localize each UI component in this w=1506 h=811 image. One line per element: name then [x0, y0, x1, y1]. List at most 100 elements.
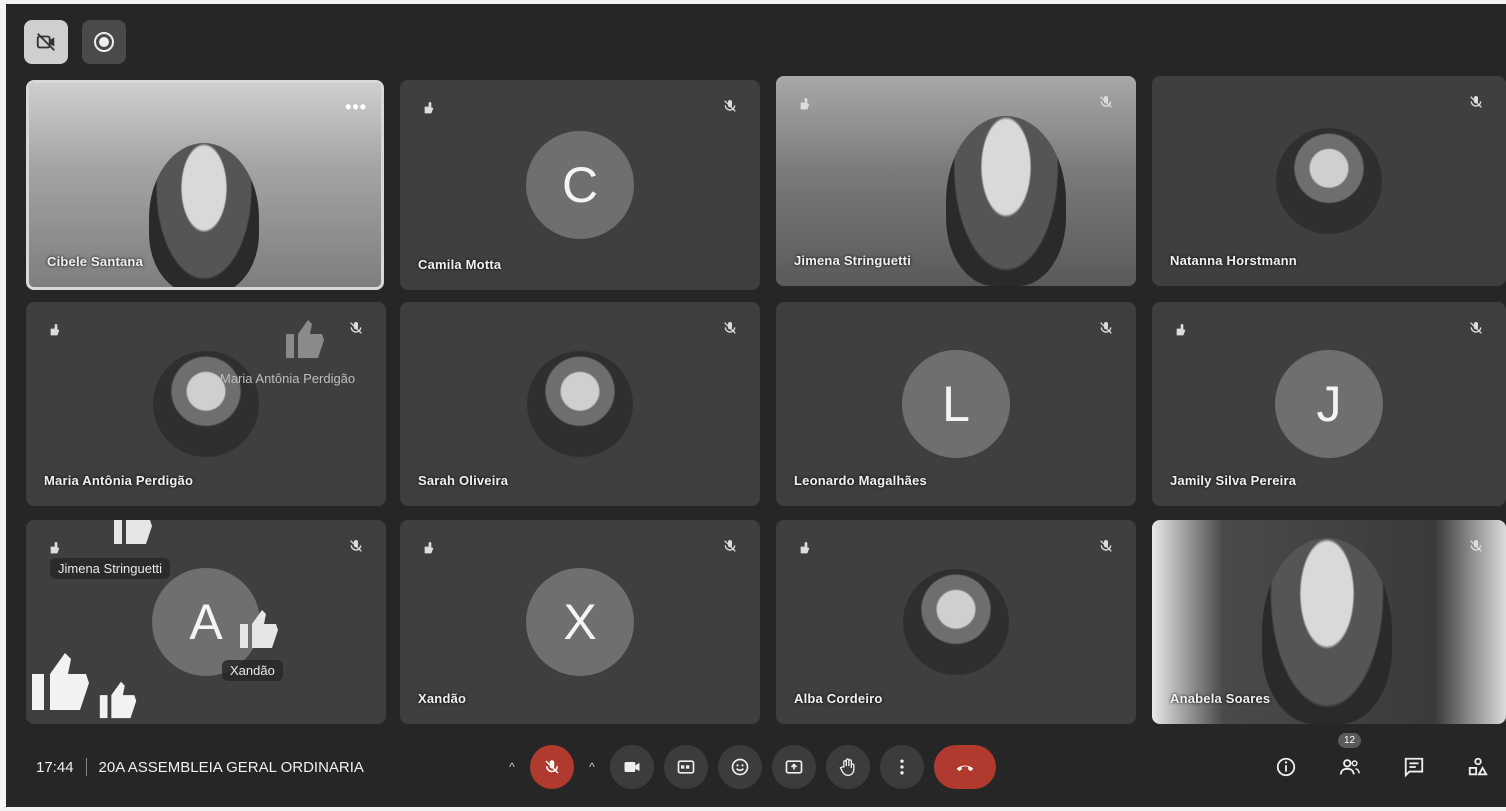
raised-hand-icon	[1176, 324, 1186, 336]
mic-off-icon	[1100, 540, 1112, 552]
people-button[interactable]: 12	[1330, 733, 1370, 789]
participant-name: Cibele Santana	[47, 254, 143, 269]
camera-icon	[624, 762, 640, 772]
mic-off-icon	[1100, 96, 1112, 108]
participant-tile[interactable]: Anabela Soares	[1152, 520, 1506, 724]
chat-button[interactable]	[1394, 745, 1434, 789]
mic-off-icon	[1100, 322, 1112, 334]
hang-up-icon	[956, 765, 974, 772]
mic-off-icon	[350, 322, 362, 334]
chat-icon	[1404, 757, 1424, 778]
participant-tile[interactable]: L Leonardo Magalhães	[776, 302, 1136, 506]
emoji-reaction-button[interactable]	[718, 745, 762, 789]
camera-toggle-button[interactable]	[610, 745, 654, 789]
chevron-up-icon[interactable]: ^	[504, 760, 520, 774]
side-panel-controls: 12	[1266, 733, 1498, 789]
leave-call-button[interactable]	[934, 745, 996, 789]
people-icon	[1339, 759, 1360, 775]
reaction-sender-label: Maria Antônia Perdigão	[220, 371, 356, 386]
participant-count-badge: 12	[1338, 733, 1362, 748]
thumbs-up-reaction-icon	[32, 653, 89, 710]
present-icon	[785, 760, 803, 774]
meeting-time: 17:44	[36, 758, 74, 776]
participant-name: Xandão	[418, 691, 467, 706]
participant-name: Sarah Oliveira	[418, 473, 509, 488]
camera-off-icon	[36, 33, 55, 51]
participant-tile[interactable]: Sarah Oliveira	[400, 302, 760, 506]
more-options-button[interactable]	[880, 745, 924, 789]
participant-video-person	[1262, 538, 1392, 724]
participant-name: Alba Cordeiro	[794, 691, 883, 706]
thumbs-up-reaction-icon	[99, 681, 137, 719]
mic-off-icon	[724, 540, 736, 552]
bottom-control-bar: 17:44 20A ASSEMBLEIA GERAL ORDINARIA ^ ^	[6, 727, 1506, 807]
info-icon	[1276, 757, 1296, 777]
participant-grid: ••• Cibele Santana C Camila Motta Jimena…	[26, 76, 1506, 726]
thumbs-up-reaction-icon	[114, 520, 152, 544]
participant-name: Jimena Stringuetti	[794, 253, 912, 268]
camera-off-button[interactable]	[24, 20, 68, 64]
thumbs-up-reaction-icon	[286, 320, 324, 358]
raised-hand-icon	[800, 98, 810, 110]
raised-hand-icon	[424, 542, 434, 554]
participant-video-person	[946, 116, 1066, 286]
meeting-title: 20A ASSEMBLEIA GERAL ORDINARIA	[98, 758, 364, 776]
avatar-initial: X	[526, 568, 634, 676]
participant-name: Maria Antônia Perdigão	[44, 473, 194, 488]
participant-name: Leonardo Magalhães	[794, 473, 927, 488]
participant-name: Jamily Silva Pereira	[1170, 473, 1297, 488]
meet-screen: ••• Cibele Santana C Camila Motta Jimena…	[6, 4, 1506, 807]
mic-off-icon	[1470, 96, 1482, 108]
mic-off-icon	[724, 322, 736, 334]
record-button[interactable]	[82, 20, 126, 64]
participant-tile[interactable]: C Camila Motta	[400, 80, 760, 290]
participant-tile[interactable]: Natanna Horstmann	[1152, 76, 1506, 286]
participant-tile[interactable]: Jimena Stringuetti	[776, 76, 1136, 286]
thumbs-up-reaction-icon	[240, 610, 278, 648]
participant-name: Camila Motta	[418, 257, 502, 272]
participant-tile[interactable]: ••• Cibele Santana	[26, 80, 384, 290]
divider	[85, 758, 87, 776]
participant-tile[interactable]: X Xandão	[400, 520, 760, 724]
captions-button[interactable]	[664, 745, 708, 789]
present-screen-button[interactable]	[772, 745, 816, 789]
participant-name: Natanna Horstmann	[1170, 253, 1297, 268]
record-icon	[94, 32, 114, 52]
mic-off-icon	[1470, 540, 1482, 552]
raised-hand-icon	[424, 102, 434, 114]
mic-off-icon	[1470, 322, 1482, 334]
avatar-photo	[1276, 128, 1382, 234]
participant-name: Anabela Soares	[1170, 691, 1271, 706]
chevron-up-icon[interactable]: ^	[584, 760, 600, 774]
avatar-photo	[903, 569, 1009, 675]
activities-icon	[1468, 757, 1488, 776]
reaction-sender-label: Xandão	[222, 660, 283, 681]
participant-tile[interactable]: J Jamily Silva Pereira	[1152, 302, 1506, 506]
mic-off-icon	[350, 540, 362, 552]
activities-button[interactable]	[1458, 745, 1498, 789]
avatar-photo	[527, 351, 633, 457]
avatar-photo	[153, 351, 259, 457]
call-controls: ^ ^	[504, 745, 996, 789]
reaction-sender-label: Jimena Stringuetti	[50, 558, 171, 579]
avatar-initial: C	[526, 131, 634, 239]
participant-tile[interactable]: Alba Cordeiro	[776, 520, 1136, 724]
raise-hand-button[interactable]	[826, 745, 870, 789]
mic-off-icon	[724, 100, 736, 112]
mic-toggle-button[interactable]	[530, 745, 574, 789]
smiley-icon	[731, 758, 749, 776]
more-options-icon[interactable]: •••	[345, 97, 367, 118]
avatar-initial: L	[902, 350, 1010, 458]
more-vert-icon	[900, 759, 904, 775]
top-toolbar	[24, 20, 126, 64]
participant-tile[interactable]: Maria Antônia Perdigão Maria Antônia Per…	[26, 302, 386, 506]
avatar-initial: J	[1275, 350, 1383, 458]
participant-video-person	[149, 143, 259, 287]
participant-tile[interactable]: A Jimena Stringuetti Xandão	[26, 520, 386, 724]
mic-off-icon	[545, 760, 559, 774]
hand-icon	[839, 758, 855, 777]
raised-hand-icon	[50, 324, 60, 336]
captions-icon	[677, 760, 695, 774]
meeting-details-button[interactable]	[1266, 745, 1306, 789]
raised-hand-icon	[50, 542, 60, 554]
